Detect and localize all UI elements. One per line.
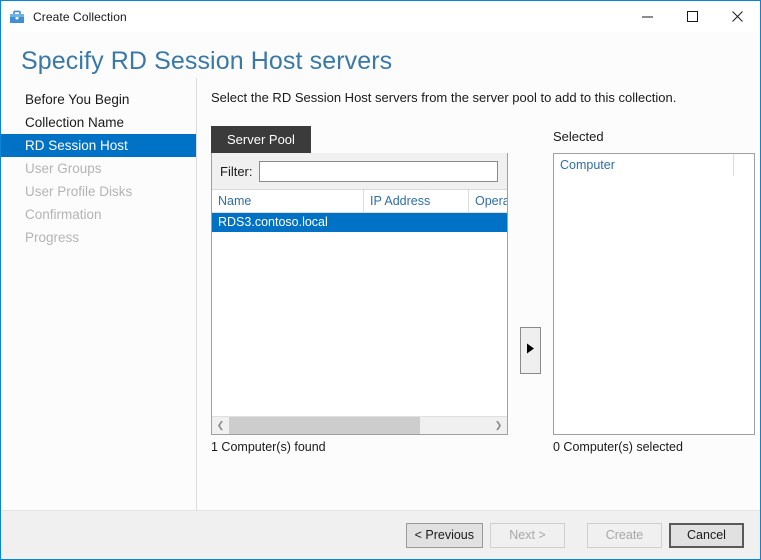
sidebar-item-user-profile-disks: User Profile Disks: [1, 180, 196, 203]
chevron-right-icon[interactable]: ❯: [490, 417, 507, 434]
window-title: Create Collection: [33, 10, 127, 24]
selected-column: Selected Computer 0 Computer(s) selected: [553, 126, 755, 454]
wizard-footer: < Previous Next > Create Cancel: [1, 511, 760, 559]
next-button: Next >: [490, 523, 565, 548]
chevron-left-icon[interactable]: ❮: [212, 417, 229, 434]
sidebar-item-progress: Progress: [1, 226, 196, 249]
selected-panel[interactable]: Computer: [553, 153, 755, 435]
column-header-computer[interactable]: Computer: [554, 154, 734, 176]
filter-label: Filter:: [220, 164, 253, 179]
scrollbar-thumb[interactable]: [229, 417, 420, 434]
column-header-operating-system[interactable]: Operat: [469, 190, 507, 212]
instruction-text: Select the RD Session Host servers from …: [211, 90, 760, 106]
maximize-icon[interactable]: [670, 1, 715, 32]
previous-button[interactable]: < Previous: [406, 523, 483, 548]
selected-status: 0 Computer(s) selected: [553, 440, 755, 454]
cancel-button[interactable]: Cancel: [669, 523, 744, 548]
move-button-area: [508, 126, 553, 454]
scrollbar-track[interactable]: [229, 417, 490, 434]
server-picker: Server Pool Filter: Name IP Address Oper…: [211, 126, 760, 454]
column-header-ip-address[interactable]: IP Address: [364, 190, 469, 212]
sidebar-item-collection-name[interactable]: Collection Name: [1, 111, 196, 134]
main-content: Select the RD Session Host servers from …: [197, 78, 760, 510]
window-controls: [625, 1, 760, 32]
column-header-blank[interactable]: [734, 154, 754, 176]
server-pool-status: 1 Computer(s) found: [211, 440, 508, 454]
server-pool-panel: Filter: Name IP Address Operat RDS3.cont…: [211, 153, 508, 435]
server-pool-horizontal-scrollbar[interactable]: ❮ ❯: [212, 416, 507, 434]
table-row[interactable]: RDS3.contoso.local: [212, 213, 507, 232]
server-pool-list[interactable]: RDS3.contoso.local: [212, 213, 507, 416]
selected-label: Selected: [553, 126, 755, 153]
sidebar-item-user-groups: User Groups: [1, 157, 196, 180]
arrow-right-icon: [526, 341, 535, 359]
wizard-body: Before You Begin Collection Name RD Sess…: [1, 78, 760, 510]
page-header: Specify RD Session Host servers: [1, 32, 760, 78]
create-button: Create: [587, 523, 662, 548]
add-server-button[interactable]: [520, 327, 541, 374]
filter-row: Filter:: [212, 153, 507, 190]
server-manager-icon: [9, 9, 25, 25]
create-collection-window: Create Collection Specify RD Session Hos…: [0, 0, 761, 560]
server-pool-column-headers: Name IP Address Operat: [212, 190, 507, 213]
title-bar: Create Collection: [1, 1, 760, 32]
filter-input[interactable]: [259, 161, 499, 182]
server-pool-column: Server Pool Filter: Name IP Address Oper…: [211, 126, 508, 454]
close-icon[interactable]: [715, 1, 760, 32]
tab-server-pool[interactable]: Server Pool: [211, 126, 311, 153]
sidebar-item-confirmation: Confirmation: [1, 203, 196, 226]
selected-column-headers: Computer: [554, 154, 754, 176]
minimize-icon[interactable]: [625, 1, 670, 32]
sidebar-item-before-you-begin[interactable]: Before You Begin: [1, 88, 196, 111]
wizard-steps-sidebar: Before You Begin Collection Name RD Sess…: [1, 78, 197, 510]
sidebar-item-rd-session-host[interactable]: RD Session Host: [1, 134, 196, 157]
server-pool-tabstrip: Server Pool: [211, 126, 508, 153]
column-header-name[interactable]: Name: [212, 190, 364, 212]
page-title: Specify RD Session Host servers: [21, 44, 760, 78]
